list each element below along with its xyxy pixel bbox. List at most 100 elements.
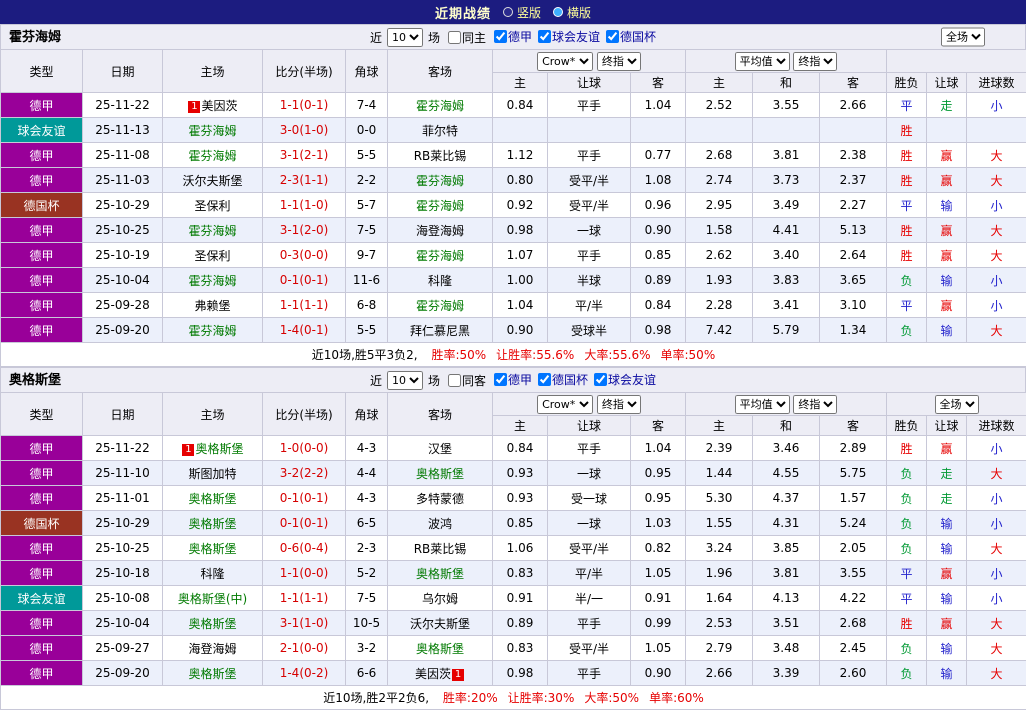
home-team-name[interactable]: 奥格斯堡 [188, 492, 236, 506]
away-team-name[interactable]: 波鸿 [428, 517, 452, 531]
home-team-cell: 奥格斯堡 [162, 485, 263, 511]
euro-odds-time-select[interactable]: 终指 [793, 394, 838, 414]
ah-home-odds: 0.83 [492, 635, 548, 661]
away-team-name[interactable]: 霍芬海姆 [416, 249, 464, 263]
match-type-cell: 德甲 [0, 242, 83, 268]
score-cell: 0-3(0-0) [262, 242, 346, 268]
home-team-name[interactable]: 奥格斯堡 [195, 442, 243, 456]
away-team-name[interactable]: 奥格斯堡 [416, 467, 464, 481]
home-team-name[interactable]: 霍芬海姆 [188, 149, 236, 163]
home-team-name[interactable]: 圣保利 [194, 249, 230, 263]
league-filter[interactable]: 德国杯 [606, 28, 656, 45]
layout-horizontal-option[interactable]: 横版 [553, 4, 591, 21]
home-team-name[interactable]: 霍芬海姆 [188, 324, 236, 338]
score-cell: 0-1(0-1) [262, 510, 346, 536]
home-team-name[interactable]: 霍芬海姆 [188, 124, 236, 138]
league-filter[interactable]: 德甲 [494, 371, 532, 388]
league-checkbox[interactable] [538, 373, 552, 386]
away-team-name[interactable]: 汉堡 [428, 442, 452, 456]
summary-stat: 让胜率:30% [507, 691, 575, 705]
ah-away-odds: 1.03 [630, 510, 686, 536]
league-checkbox[interactable] [494, 30, 507, 43]
same-venue-checkbox[interactable] [447, 373, 461, 387]
league-filter[interactable]: 德国杯 [538, 371, 588, 388]
home-team-name[interactable]: 海登海姆 [188, 642, 236, 656]
recent-count-select[interactable]: 10 [386, 27, 423, 47]
fullmatch-select[interactable]: 全场 [934, 394, 979, 414]
match-type-cell: 德甲 [0, 460, 83, 486]
result-cell: 胜 [886, 142, 928, 168]
same-venue-filter[interactable]: 同主 [447, 29, 486, 46]
home-team-name[interactable]: 斯图加特 [188, 467, 236, 481]
col-goals: 进球数 [966, 415, 1026, 436]
away-team-name[interactable]: 沃尔夫斯堡 [410, 617, 470, 631]
league-filter[interactable]: 球会友谊 [594, 371, 656, 388]
home-team-cell: 霍芬海姆 [162, 217, 263, 243]
league-checkbox[interactable] [594, 373, 608, 386]
home-team-name[interactable]: 霍芬海姆 [188, 274, 236, 288]
eu-home-odds: 1.64 [685, 585, 753, 611]
layout-vertical-option[interactable]: 竖版 [502, 4, 541, 21]
away-team-name[interactable]: 海登海姆 [416, 224, 464, 238]
home-team-name[interactable]: 奥格斯堡 [188, 667, 236, 681]
same-venue-checkbox[interactable] [447, 30, 461, 44]
euro-odds-source-select[interactable]: 平均值 [734, 394, 790, 414]
away-team-name[interactable]: RB莱比锡 [414, 149, 467, 163]
away-team-name[interactable]: 乌尔姆 [422, 592, 458, 606]
league-filter[interactable]: 德甲 [494, 28, 532, 45]
away-team-cell: 多特蒙德 [387, 485, 493, 511]
score-cell: 1-4(0-1) [262, 317, 346, 343]
result-cell: 负 [886, 660, 928, 686]
team-name[interactable]: 奥格斯堡 [9, 368, 61, 393]
away-team-name[interactable]: 多特蒙德 [416, 492, 464, 506]
recent-count-select[interactable]: 10 [386, 370, 423, 390]
euro-odds-source-select[interactable]: 平均值 [734, 51, 790, 71]
team-name[interactable]: 霍芬海姆 [9, 25, 61, 50]
away-team-name[interactable]: 奥格斯堡 [416, 642, 464, 656]
league-checkbox[interactable] [606, 30, 620, 43]
home-team-name[interactable]: 沃尔夫斯堡 [182, 174, 242, 188]
ah-away-odds [630, 117, 686, 143]
away-team-name[interactable]: 菲尔特 [422, 124, 458, 138]
home-team-name[interactable]: 奥格斯堡 [188, 517, 236, 531]
corners-cell: 2-2 [345, 167, 388, 193]
away-team-name[interactable]: 奥格斯堡 [416, 567, 464, 581]
away-team-name[interactable]: 霍芬海姆 [416, 99, 464, 113]
asian-odds-time-select[interactable]: 终指 [596, 394, 641, 414]
eu-draw-odds: 4.13 [752, 585, 820, 611]
home-team-name[interactable]: 霍芬海姆 [188, 224, 236, 238]
league-filter[interactable]: 球会友谊 [538, 28, 600, 45]
away-team-name[interactable]: 拜仁慕尼黑 [410, 324, 470, 338]
away-team-name[interactable]: 科隆 [428, 274, 452, 288]
match-date: 25-10-25 [82, 535, 163, 561]
corners-cell: 4-4 [345, 460, 388, 486]
handicap-result-cell: 赢 [926, 292, 968, 318]
col-away: 客场 [387, 49, 493, 93]
home-team-name[interactable]: 奥格斯堡 [188, 542, 236, 556]
match-type-cell: 德甲 [0, 142, 83, 168]
league-checkbox[interactable] [494, 373, 507, 386]
summary-stats: 胜率:20% 让胜率:30% 大率:50% 单率:60% [433, 691, 704, 705]
bookmaker-select[interactable]: Crow* [537, 51, 594, 71]
euro-odds-time-select[interactable]: 终指 [793, 51, 838, 71]
bookmaker-select[interactable]: Crow* [537, 394, 594, 414]
ah-away-odds: 0.84 [630, 292, 686, 318]
asian-odds-time-select[interactable]: 终指 [596, 51, 641, 71]
away-team-name[interactable]: 美因茨 [415, 667, 451, 681]
layout-horizontal-label: 横版 [567, 5, 592, 20]
away-team-name[interactable]: RB莱比锡 [414, 542, 467, 556]
home-team-name[interactable]: 科隆 [200, 567, 224, 581]
fullmatch-select[interactable]: 全场 [941, 27, 985, 47]
home-team-name[interactable]: 美因茨 [201, 99, 237, 113]
home-team-name[interactable]: 弗赖堡 [194, 299, 230, 313]
league-checkbox[interactable] [538, 30, 552, 43]
away-team-name[interactable]: 霍芬海姆 [416, 299, 464, 313]
home-team-cell: 奥格斯堡 [162, 610, 263, 636]
same-venue-filter[interactable]: 同客 [447, 372, 486, 389]
away-team-name[interactable]: 霍芬海姆 [416, 174, 464, 188]
col-eu-home: 主 [685, 415, 753, 436]
home-team-name[interactable]: 奥格斯堡 [188, 617, 236, 631]
home-team-name[interactable]: 圣保利 [194, 199, 230, 213]
away-team-name[interactable]: 霍芬海姆 [416, 199, 464, 213]
home-team-name[interactable]: 奥格斯堡(中) [178, 592, 247, 606]
